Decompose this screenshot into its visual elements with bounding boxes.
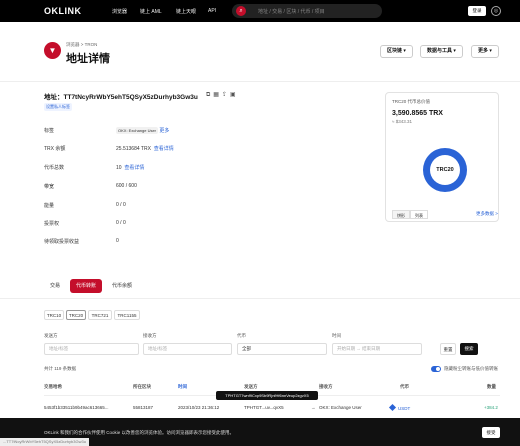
sender-input[interactable]: 地址/标签 [44,343,139,355]
col-header-hash: 交易哈希 [44,384,62,389]
info-row-bandwidth: 带宽 600 / 600 [44,183,364,195]
usdt-icon [388,403,397,412]
to-address[interactable]: OKX: Exchange User [319,405,362,410]
hide-dust-toggle[interactable] [431,366,441,372]
status-url: ...TT7tNcyRrWbY5ehT5QSyX5zDurhyb3Gw3u [0,438,89,446]
card-amount: 3,590.8565 TRX [392,110,443,117]
receiver-filter-label: 接收方 [143,333,157,338]
info-key: 投票权 [44,221,60,227]
more-data-link[interactable]: 更多数据 > [476,211,498,217]
search-placeholder: 地址 / 交易 / 区块 / 代币 / 项目 [258,9,325,15]
donut-chart: TRC20 [423,148,467,192]
col-header-from: 发送方 [244,384,258,389]
time-filter-label: 时间 [332,333,341,338]
list-view-toggle[interactable]: 列表 [410,210,428,219]
globe-icon[interactable]: ◎ [491,6,501,16]
address-tooltip: TPHTGT7wnf9Cxp9Sb9RjnfHf6nnVeup2zgvX5 [216,391,318,400]
trx-details-link[interactable]: 查看详情 [154,146,174,152]
amount-value: +384.2 [484,405,498,410]
receiver-input[interactable]: 地址/标签 [143,343,232,355]
tab-token-transfers[interactable]: 代币转账 [70,279,102,293]
token-link[interactable]: USDT [398,406,410,411]
sender-filter-label: 发送方 [44,333,58,338]
col-header-amount: 数量 [487,384,496,389]
subtab-trc20[interactable]: TRC20 [66,310,86,320]
nav-item-onchain-aml[interactable]: 链上 AML [140,8,162,15]
private-tag-link[interactable]: 设置私人标签 [44,103,72,111]
info-key: 带宽 [44,184,55,190]
address-actions: ⧉▦⇪▣ [206,91,239,99]
info-row-label: 标签 OKX: Exchange User 更多 [44,127,364,139]
block-link[interactable]: 55813187 [133,405,153,410]
info-row-voting-power: 投票权 0 / 0 [44,220,364,232]
col-header-time[interactable]: 时间 [178,384,187,390]
token-select[interactable]: 全部 [237,343,327,355]
col-header-token: 代币 [400,384,409,389]
page-header [0,22,520,82]
accept-cookies-button[interactable]: 接受 [482,427,500,438]
subtab-trc10[interactable]: TRC10 [44,310,64,320]
info-row-energy: 能量 0 / 0 [44,202,364,214]
from-address-link[interactable]: TPHTGT...uv...qvX5 [244,405,284,410]
info-value: 25.513684 TRX 查看详情 [116,145,174,152]
info-row-vote-rewards: 待领取投票收益 0 [44,238,364,250]
card-title: TRC20 代币总价值 [392,99,431,104]
oklink-logo[interactable]: OKLINK [44,6,82,16]
date-range-input[interactable]: 开始日期 → 结束日期 [332,343,422,355]
info-value: OKX: Exchange User 更多 [116,127,169,134]
bandwidth-value: 600 / 600 [116,183,137,189]
nav-item-explorer[interactable]: 浏览器 [112,8,127,15]
info-key: 能量 [44,203,55,209]
trc20-value-card: TRC20 代币总价值 3,590.8565 TRX ≈ $343.31 TRC… [385,92,499,222]
tx-time: 2023/10/23 21:36:12 [178,405,220,410]
result-count: 共计 119 条数据 [44,366,77,371]
search-button[interactable]: 搜索 [460,343,478,355]
subtab-trc1155[interactable]: TRC1155 [114,310,140,320]
address-label: 地址：TT7tNcyRrWbY5ehT5QSyX5zDurhyb3Gw3u [44,94,198,101]
energy-value: 0 / 0 [116,202,126,208]
vote-rewards-value: 0 [116,238,119,244]
info-row-trx-balance: TRX 余额 25.513684 TRX 查看详情 [44,145,364,157]
nav-item-onchain-eye[interactable]: 链上天眼 [176,8,196,15]
qr-code-icon[interactable]: ▦ [213,92,222,98]
top-nav: OKLINK 浏览器 链上 AML 链上天眼 API ⌕ 地址 / 交易 / 区… [0,0,520,22]
exchange-label-chip[interactable]: OKX: Exchange User [116,127,159,134]
direction-arrow-icon: → [311,405,316,410]
subtab-trc721[interactable]: TRC721 [88,310,112,320]
nav-item-api[interactable]: API [208,8,216,14]
cookie-text: OKLink 和我们的合作伙伴使用 Cookie 以改善您的浏览体验。访问浏览器… [44,430,235,435]
token-filter-label: 代币 [237,333,246,338]
more-labels-link[interactable]: 更多 [159,128,169,134]
col-header-block: 所在区块 [133,384,151,389]
col-header-to: 接收方 [319,384,333,389]
donut-label: TRC20 [430,155,460,185]
tab-token-balances[interactable]: 代币余额 [106,279,138,293]
info-key: TRX 余额 [44,146,66,152]
divider [0,298,520,299]
info-value: 10 查看详情 [116,164,144,171]
info-key: 标签 [44,128,55,134]
token-cell: USDT [388,403,410,412]
pie-view-toggle[interactable]: 饼形 [392,210,410,219]
token-count: 10 [116,165,122,171]
trx-balance: 25.513684 TRX [116,146,151,152]
voting-power-value: 0 / 0 [116,220,126,226]
wallet-icon[interactable]: ▣ [230,92,239,98]
search-input[interactable]: ⌕ 地址 / 交易 / 区块 / 代币 / 项目 [232,4,382,18]
info-key: 代币总数 [44,165,65,171]
search-icon: ⌕ [236,6,246,16]
info-row-token-count: 代币总数 10 查看详情 [44,164,364,176]
hide-dust-label: 隐藏粉尘转账与低价值转账 [444,366,498,371]
reset-button[interactable]: 重置 [440,343,456,355]
card-usd-value: ≈ $343.31 [392,119,412,124]
tab-transactions[interactable]: 交易 [44,279,66,293]
tx-hash-link[interactable]: 5453f1b33511b9b49ac613665... [44,405,108,410]
login-button[interactable]: 登录 [468,6,486,16]
token-details-link[interactable]: 查看详情 [124,165,144,171]
info-key: 待领取投票收益 [44,239,80,245]
share-icon[interactable]: ⇪ [222,92,230,98]
